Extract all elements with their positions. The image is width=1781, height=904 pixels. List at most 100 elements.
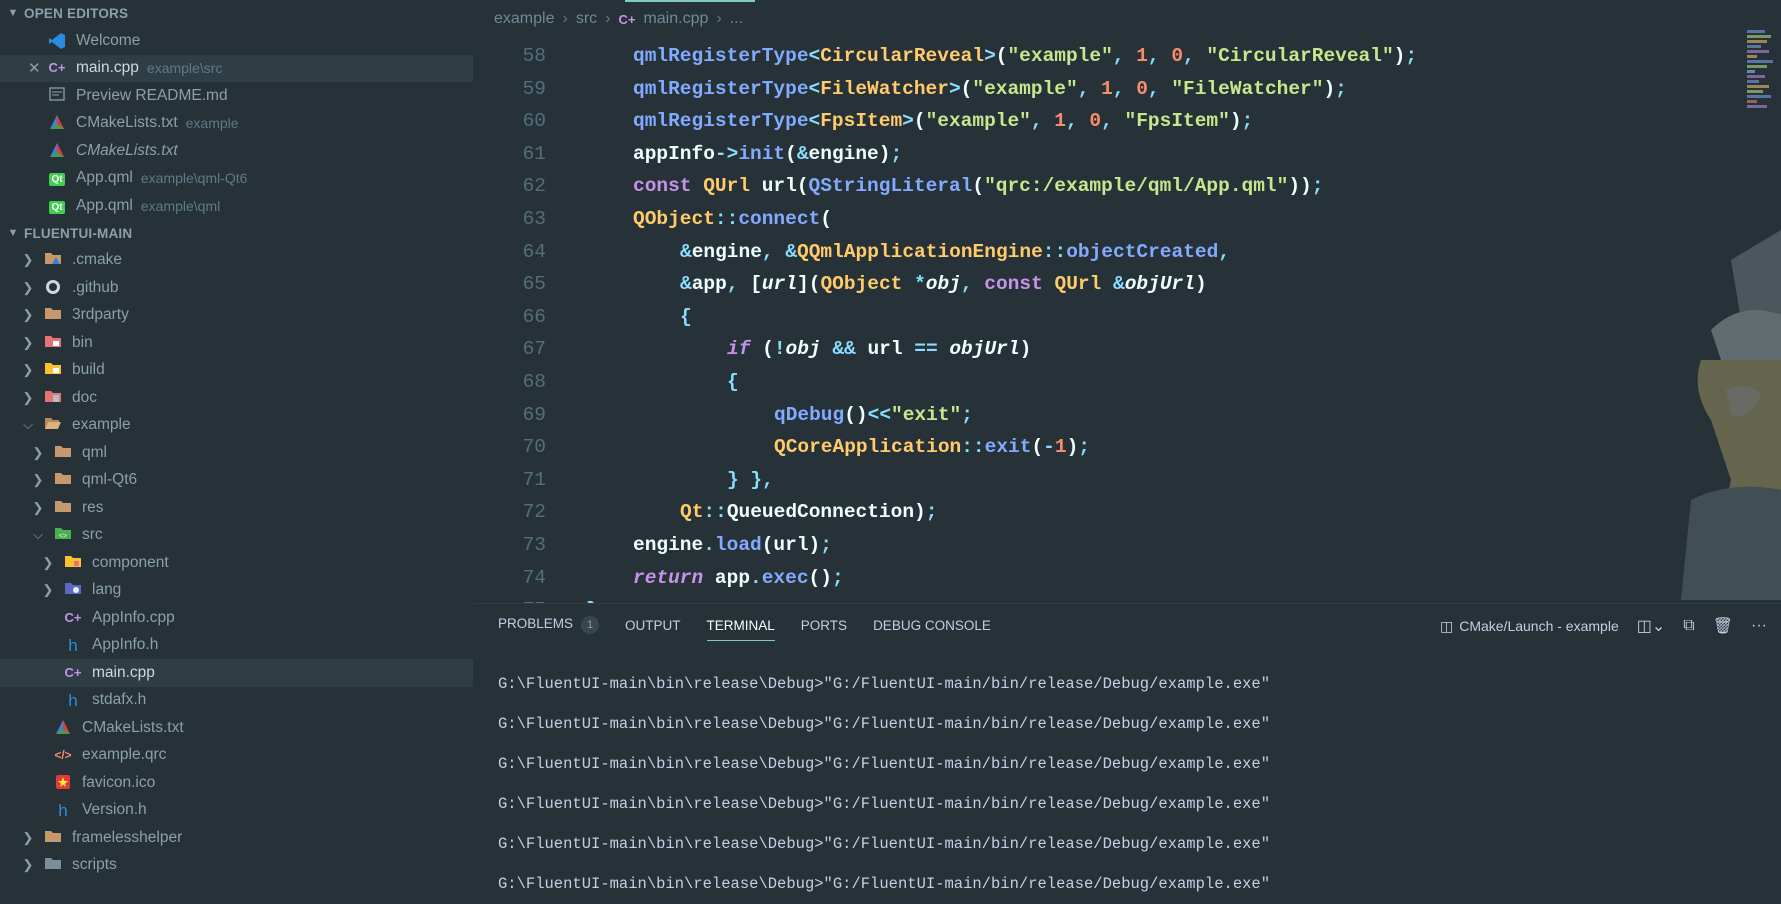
chevron-down-icon[interactable]: ⌵: [30, 527, 46, 543]
open-editor-item[interactable]: Qt App.qml example\qml-Qt6: [0, 165, 473, 193]
code-line[interactable]: 71} },: [473, 464, 1713, 497]
tree-item[interactable]: favicon.ico: [0, 769, 473, 797]
tree-item[interactable]: C+ main.cpp: [0, 659, 473, 687]
code-line[interactable]: 68 {: [473, 366, 1713, 399]
chevron-right-icon[interactable]: ❯: [30, 445, 46, 461]
minimap[interactable]: [1747, 30, 1775, 180]
code-text: const QUrl url(QStringLiteral("qrc:/exam…: [633, 170, 1323, 203]
code-line[interactable]: 70 QCoreApplication::exit(-1);: [473, 431, 1713, 464]
chevron-right-icon[interactable]: ❯: [40, 582, 56, 598]
code-line[interactable]: 74 return app.exec();: [473, 562, 1713, 595]
tree-item[interactable]: ❯ .github: [0, 274, 473, 302]
tree-item[interactable]: ❯ framelesshelper: [0, 824, 473, 852]
chevron-right-icon[interactable]: ❯: [20, 280, 36, 296]
tree-item[interactable]: ❯ doc: [0, 384, 473, 412]
tree-item-label: CMakeLists.txt: [82, 718, 184, 736]
open-editor-item[interactable]: Welcome: [0, 27, 473, 55]
open-editor-item[interactable]: CMakeLists.txt example: [0, 110, 473, 138]
panel-tab-terminal[interactable]: TERMINAL: [706, 618, 776, 641]
tree-item[interactable]: h AppInfo.h: [0, 632, 473, 660]
code-token: exit: [984, 436, 1032, 459]
code-line[interactable]: 62 const QUrl url(QStringLiteral("qrc:/ex…: [473, 170, 1713, 203]
chevron-down-icon[interactable]: ⌵: [20, 417, 36, 433]
tree-item[interactable]: ⌵ <> src: [0, 522, 473, 550]
tree-item[interactable]: ❯ 3rdparty: [0, 302, 473, 330]
open-editor-item[interactable]: CMakeLists.txt: [0, 137, 473, 165]
open-editor-item[interactable]: Preview README.md: [0, 82, 473, 110]
line-number: 69: [522, 403, 546, 426]
tree-item[interactable]: C+ AppInfo.cpp: [0, 604, 473, 632]
breadcrumb-item-src[interactable]: src: [576, 10, 597, 28]
code-line[interactable]: 58 qmlRegisterType<CircularReveal>("examp…: [473, 40, 1713, 73]
tree-item[interactable]: ❯ bin: [0, 329, 473, 357]
chevron-right-icon[interactable]: ❯: [30, 472, 46, 488]
chevron-right-icon[interactable]: ❯: [20, 830, 36, 846]
tree-item[interactable]: ❯ qml-Qt6: [0, 467, 473, 495]
code-token: [: [750, 273, 762, 296]
tree-item[interactable]: ❯ component: [0, 549, 473, 577]
code-line[interactable]: 64 &engine, &QQmlApplicationEngine::objec…: [473, 236, 1713, 269]
tree-item[interactable]: ⌵ example: [0, 412, 473, 440]
code-line[interactable]: 72 Qt::QueuedConnection);: [473, 496, 1713, 529]
code-token: ,: [1218, 240, 1231, 263]
tree-item[interactable]: ❯ qml: [0, 439, 473, 467]
line-number: 64: [522, 240, 546, 263]
new-terminal-dropdown-button[interactable]: ◫⌄: [1637, 616, 1666, 636]
code-line[interactable]: 73 engine.load(url);: [473, 529, 1713, 562]
chevron-right-icon[interactable]: ❯: [20, 307, 36, 323]
folder-github-icon: [42, 279, 64, 297]
code-token: load: [714, 533, 762, 556]
code-token: ;: [890, 142, 903, 165]
panel-tab-debug-console[interactable]: DEBUG CONSOLE: [873, 618, 991, 641]
code-line[interactable]: 63 QObject::connect(: [473, 203, 1713, 236]
chevron-right-icon[interactable]: ❯: [20, 362, 36, 378]
breadcrumb-item-symbol[interactable]: ...: [730, 10, 743, 28]
breadcrumb-item-file[interactable]: main.cpp: [643, 10, 708, 28]
chevron-right-icon[interactable]: ❯: [20, 857, 36, 873]
chevron-right-icon[interactable]: ❯: [20, 335, 36, 351]
code-line[interactable]: 61 appInfo->init(&engine);: [473, 138, 1713, 171]
code-line[interactable]: 69 qDebug()<<"exit";: [473, 399, 1713, 432]
tree-item-label: example.qrc: [82, 746, 167, 764]
project-header[interactable]: ▼ FLUENTUI-MAIN: [0, 220, 473, 247]
close-icon[interactable]: ✕: [28, 59, 41, 77]
tree-item[interactable]: ❯ res: [0, 494, 473, 522]
code-line[interactable]: 59 qmlRegisterType<FileWatcher>("example"…: [473, 73, 1713, 106]
chevron-right-icon[interactable]: ❯: [40, 555, 56, 571]
code-token: 1: [1054, 110, 1066, 133]
tree-item[interactable]: ❯ .cmake: [0, 247, 473, 275]
chevron-right-icon[interactable]: ❯: [20, 252, 36, 268]
code-line[interactable]: 75}: [473, 594, 1713, 603]
breadcrumb-item-example[interactable]: example: [494, 10, 554, 28]
split-terminal-icon[interactable]: ⧉: [1683, 617, 1694, 635]
chevron-right-icon[interactable]: ❯: [30, 500, 46, 516]
open-editor-item[interactable]: Qt App.qml example\qml: [0, 192, 473, 220]
tree-item[interactable]: h stdafx.h: [0, 687, 473, 715]
tree-item[interactable]: ❯ lang: [0, 577, 473, 605]
terminal-task-selector[interactable]: ◫ CMake/Launch - example: [1440, 618, 1619, 635]
code-line[interactable]: 66 {: [473, 301, 1713, 334]
code-line[interactable]: 67 if (!obj && url == objUrl): [473, 333, 1713, 366]
panel-tab-ports[interactable]: PORTS: [801, 618, 847, 641]
more-actions-icon[interactable]: ···: [1751, 617, 1767, 635]
terminal-output[interactable]: G:\FluentUI-main\bin\release\Debug>"G:/F…: [498, 664, 1270, 904]
code-token: <<: [867, 403, 892, 426]
open-editors-header[interactable]: ▼ OPEN EDITORS: [0, 0, 473, 27]
code-token: "example": [925, 110, 1031, 133]
code-line[interactable]: 60 qmlRegisterType<FpsItem>("example", 1,…: [473, 105, 1713, 138]
tree-item[interactable]: ❯ scripts: [0, 852, 473, 880]
code-lines[interactable]: 58 qmlRegisterType<CircularReveal>("examp…: [473, 40, 1713, 603]
panel-tab-output[interactable]: OUTPUT: [625, 618, 681, 641]
tree-item[interactable]: </> example.qrc: [0, 742, 473, 770]
chevron-right-icon[interactable]: ❯: [20, 390, 36, 406]
open-editor-item[interactable]: ✕ C+ main.cpp example\src: [0, 54, 473, 82]
code-line[interactable]: 65 &app, [url](QObject *obj, const QUrl &…: [473, 268, 1713, 301]
tree-item[interactable]: ❯ build: [0, 357, 473, 385]
code-token: ,: [1112, 45, 1137, 67]
tree-item[interactable]: CMakeLists.txt: [0, 714, 473, 742]
code-editor[interactable]: example › src › C+ main.cpp › ... 58 qmlR…: [473, 0, 1781, 603]
tree-item[interactable]: h Version.h: [0, 797, 473, 825]
folder-doc-icon: [42, 389, 64, 407]
panel-tab-problems[interactable]: PROBLEMS 1: [498, 616, 600, 642]
trash-icon[interactable]: 🗑: [1713, 616, 1733, 636]
